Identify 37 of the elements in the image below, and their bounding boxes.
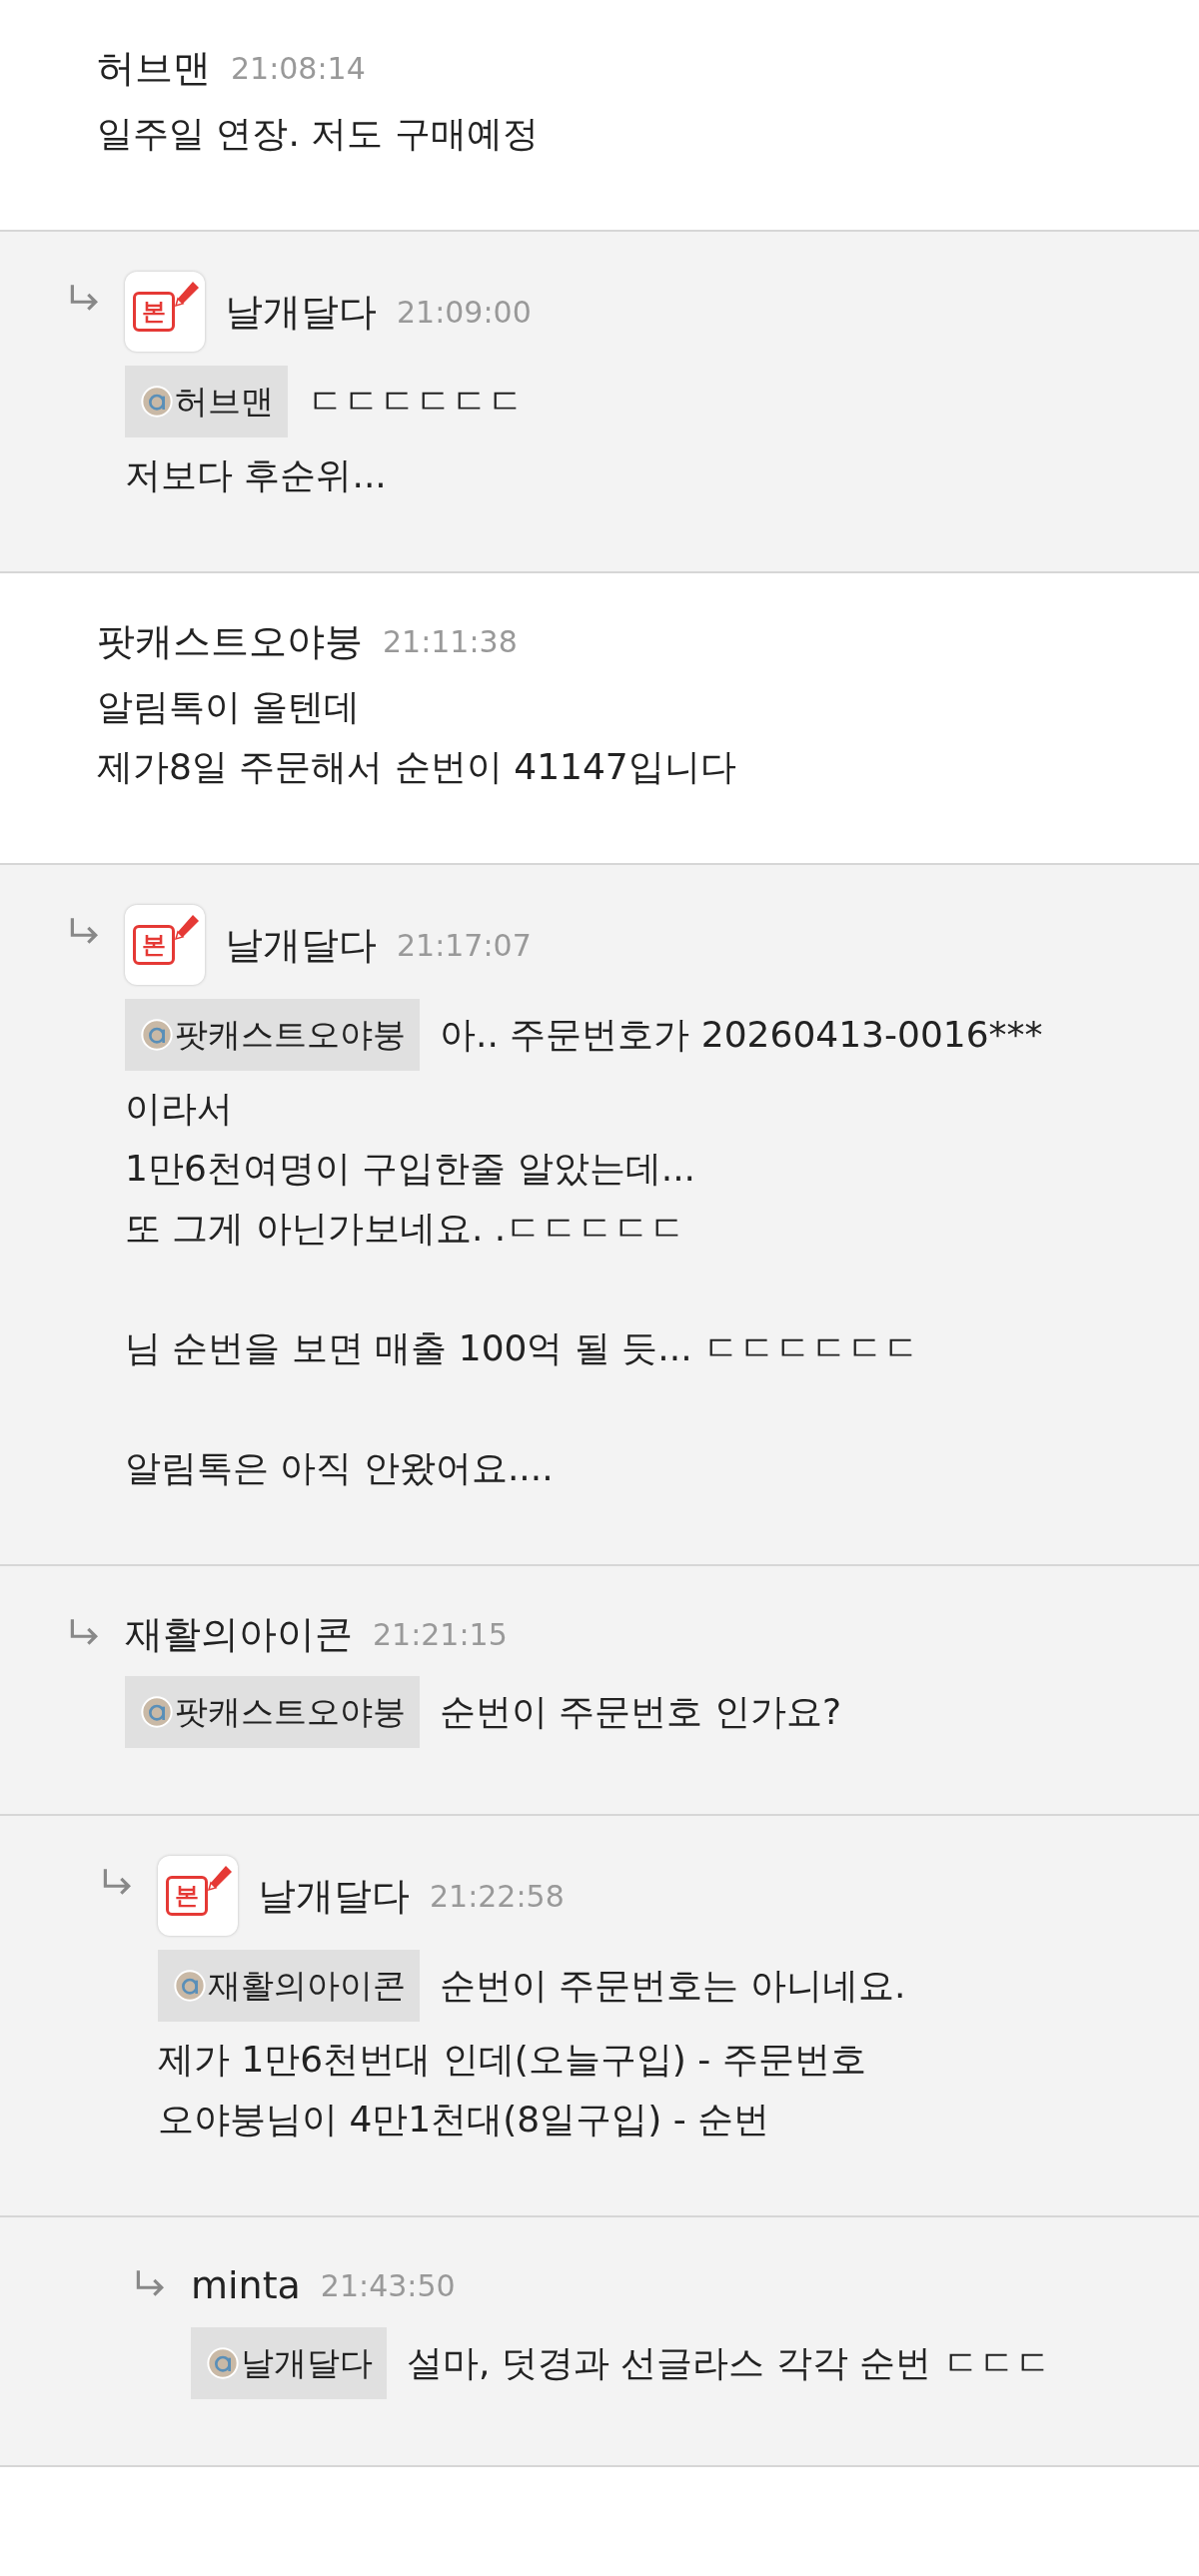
- timestamp: 21:22:58: [430, 1878, 565, 1914]
- at-icon: [141, 386, 173, 418]
- author-name: minta: [191, 2263, 301, 2307]
- at-icon: [141, 1019, 173, 1051]
- badge-label: 본: [175, 1884, 199, 1908]
- comment-text: 이라서 1만6천여명이 구입한줄 알았는데... 또 그게 아닌가보네요. .ㄷㄷㄷㄷㄷ 님 순번을 보면 매출 100억 될 듯... ㄷㄷㄷㄷㄷㄷ 알림톡은 아직 안왔어요....: [125, 1087, 921, 1490]
- author-name: 날개달다: [225, 921, 377, 969]
- at-icon: [141, 1696, 173, 1728]
- at-icon: [207, 2347, 239, 2379]
- comment-text: 아.. 주문번호가 20260413-0016***: [440, 1012, 1043, 1057]
- comment-text: 순번이 주문번호는 아니네요.: [440, 1963, 906, 2008]
- comment-text: 설마, 덧경과 선글라스 각각 순번 ㄷㄷㄷ: [407, 2340, 1051, 2385]
- comment-text: 저보다 후순위...: [125, 453, 388, 497]
- comment-text: 일주일 연장. 저도 구매예정: [97, 112, 539, 156]
- author-name: 팟캐스트오야붕: [97, 617, 363, 665]
- comment-text: 제가 1만6천번대 인데(오늘구입) - 주문번호 오야붕님이 4만1천대(8일구입) - 순번: [158, 2038, 867, 2142]
- mention-tag[interactable]: 팟캐스트오야붕: [125, 1676, 420, 1748]
- mention-tag[interactable]: 날개달다: [191, 2327, 387, 2399]
- badge-label: 본: [142, 300, 166, 324]
- author-name: 허브맨: [97, 44, 211, 92]
- timestamp: 21:09:00: [397, 294, 532, 330]
- mention-tag[interactable]: 허브맨: [125, 366, 288, 437]
- timestamp: 21:21:15: [373, 1616, 508, 1652]
- comment-text: ㄷㄷㄷㄷㄷㄷ: [308, 379, 524, 424]
- timestamp: 21:11:38: [383, 623, 518, 659]
- timestamp: 21:43:50: [320, 2267, 456, 2303]
- timestamp: 21:17:07: [397, 927, 532, 963]
- author-name: 날개달다: [225, 288, 377, 336]
- timestamp: 21:08:14: [231, 50, 366, 86]
- author-name: 날개달다: [258, 1872, 410, 1920]
- mention-tag[interactable]: 재활의아이콘: [158, 1950, 420, 2022]
- badge-label: 본: [142, 933, 166, 957]
- at-icon: [174, 1970, 206, 2002]
- comment-text: 순번이 주문번호 인가요?: [440, 1689, 841, 1734]
- comment-text: 알림톡이 올텐데 제가8일 주문해서 순번이 41147입니다: [97, 685, 736, 789]
- mention-tag[interactable]: 팟캐스트오야붕: [125, 999, 420, 1071]
- author-name: 재활의아이콘: [125, 1610, 353, 1658]
